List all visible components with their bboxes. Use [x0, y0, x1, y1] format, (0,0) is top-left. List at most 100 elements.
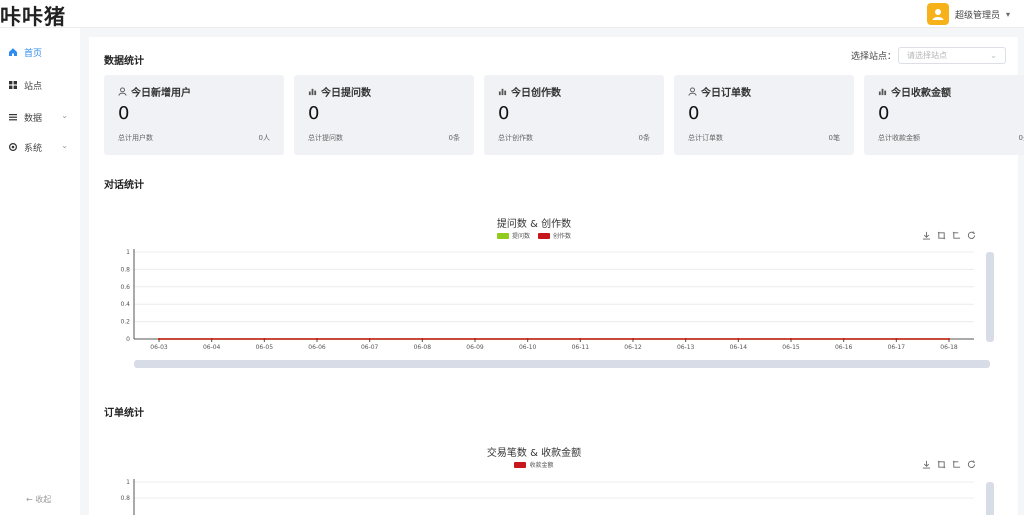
chart-title: 提问数 & 创作数 — [496, 219, 572, 230]
order-chart-plot: 10.8 — [120, 479, 994, 515]
chevron-down-icon: ⌄ — [990, 51, 997, 60]
x-tick-label: 06-07 — [361, 344, 379, 351]
stat-card-foot-value: 0人 — [258, 134, 270, 142]
data-point — [632, 338, 634, 340]
bar-chart-icon — [308, 88, 317, 96]
top-header: 咔咔猪 超级管理员 ▾ — [0, 0, 1024, 31]
stat-card-value: 0 — [688, 103, 700, 124]
stat-card-creations: 今日创作数 0 总计创作数 0条 — [484, 75, 664, 155]
x-tick-label: 06-18 — [940, 344, 958, 351]
data-point — [474, 338, 476, 340]
bar-chart-icon — [878, 88, 887, 96]
home-icon — [9, 48, 17, 56]
x-tick-label: 06-04 — [203, 344, 221, 351]
y-tick-label: 0.2 — [120, 319, 130, 326]
stat-card-title: 今日提问数 — [321, 88, 371, 99]
data-point — [368, 338, 371, 340]
user-icon — [118, 87, 127, 96]
sidebar-item-data[interactable]: 数据 ⌄ — [0, 107, 80, 127]
stat-card-title-row: 今日订单数 — [688, 84, 751, 99]
conversation-chart-plot: 0 0.2 0.4 0.6 0.8 1 06-03 06-04 06-05 06-06 06-07 0… — [120, 249, 994, 368]
chevron-down-icon: ⌄ — [61, 141, 68, 150]
stat-card-title-row: 今日创作数 — [498, 84, 561, 99]
data-point — [263, 338, 266, 340]
data-point — [210, 338, 213, 340]
x-tick-label: 06-12 — [624, 344, 642, 351]
sidebar-item-label: 站点 — [24, 81, 43, 92]
y-tick-label: 1 — [126, 479, 130, 486]
y-tick-label: 0.8 — [120, 266, 130, 273]
chevron-down-icon[interactable]: ▾ — [1006, 10, 1010, 19]
x-tick-label: 06-15 — [782, 344, 800, 351]
x-tick-label: 06-17 — [888, 344, 906, 351]
sidebar-item-label: 数据 — [24, 113, 43, 124]
sidebar: 首页 站点 数据 ⌄ 系统 ⌄ ← 收起 — [0, 28, 80, 515]
y-tick-label: 0.8 — [120, 495, 130, 502]
stat-card-revenue: 今日收款金额 0 总计收款金额 0元 — [864, 75, 1024, 155]
y-tick-label: 1 — [126, 249, 130, 256]
stat-card-new-users: 今日新增用户 0 总计用户数 0人 — [104, 75, 284, 155]
conversation-section-title: 对话统计 — [104, 180, 144, 191]
data-point — [684, 338, 687, 340]
stat-card-foot-value: 0笔 — [828, 134, 840, 142]
stat-card-value: 0 — [498, 103, 510, 124]
gear-icon — [8, 142, 18, 152]
bar-chart-icon — [498, 88, 507, 96]
conversation-chart: 提问数 & 创作数 提问数 创作数 0 0.2 0.4 0.6 0.8 1 06-03 06-… — [104, 213, 1004, 383]
stat-card-title-row: 今日新增用户 — [118, 84, 191, 99]
stat-card-value: 0 — [118, 103, 130, 124]
y-tick-label: 0.6 — [120, 284, 130, 291]
avatar[interactable] — [926, 3, 949, 25]
stat-card-title: 今日创作数 — [511, 88, 561, 99]
stat-card-foot-label: 总计订单数 — [688, 134, 723, 142]
stat-card-foot-value: 0条 — [638, 134, 650, 142]
site-select[interactable]: 请选择站点 ⌄ — [898, 47, 1006, 64]
data-point — [842, 338, 845, 340]
user-name[interactable]: 超级管理员 — [955, 8, 1000, 21]
stat-card-foot-label: 总计用户数 — [118, 134, 153, 142]
x-tick-label: 06-09 — [466, 344, 484, 351]
x-tick-label: 06-11 — [572, 344, 590, 351]
user-menu[interactable]: 超级管理员 ▾ — [926, 3, 1010, 25]
sidebar-item-home[interactable]: 首页 — [0, 42, 80, 62]
stat-card-foot-label: 总计提问数 — [308, 134, 343, 142]
x-tick-label: 06-06 — [308, 344, 326, 351]
stat-card-title: 今日收款金额 — [891, 88, 951, 99]
chart-title: 交易笔数 & 收款金额 — [486, 448, 582, 459]
x-datazoom-slider — [134, 360, 990, 368]
sidebar-item-label: 首页 — [24, 48, 43, 59]
data-point — [158, 338, 160, 340]
stat-card-foot-value: 0条 — [448, 134, 460, 142]
user-avatar-icon — [932, 9, 944, 20]
x-tick-label: 06-03 — [150, 344, 168, 351]
x-tick-label: 06-05 — [256, 344, 274, 351]
order-section-title: 订单统计 — [104, 408, 144, 419]
data-point — [948, 338, 950, 340]
y-datazoom-slider — [986, 252, 994, 342]
order-chart: 交易笔数 & 收款金额 收款金额 1 0.8 — [104, 442, 1004, 515]
sidebar-item-system[interactable]: 系统 ⌄ — [0, 137, 80, 157]
site-select-label: 选择站点： — [850, 52, 896, 62]
y-tick-label: 0 — [126, 336, 130, 343]
stat-card-value: 0 — [308, 103, 320, 124]
logo[interactable]: 咔咔猪 — [0, 1, 66, 31]
stat-cards: 今日新增用户 0 总计用户数 0人 今日提问数 0 总计提问数 0条 今日创作数… — [104, 75, 1024, 155]
user-icon — [688, 87, 697, 96]
collapse-sidebar-button[interactable]: ← 收起 — [26, 494, 51, 505]
data-point — [526, 338, 529, 340]
y-tick-label: 0.4 — [120, 301, 130, 308]
y-datazoom-slider — [986, 482, 994, 515]
data-point — [579, 338, 582, 340]
x-tick-label: 06-10 — [519, 344, 537, 351]
sidebar-item-label: 系统 — [24, 143, 43, 154]
main-panel: 数据统计 选择站点： 请选择站点 ⌄ 今日新增用户 0 总计用户数 0人 今日提… — [89, 37, 1024, 515]
sidebar-item-sites[interactable]: 站点 — [0, 75, 80, 95]
stat-card-questions: 今日提问数 0 总计提问数 0条 — [294, 75, 474, 155]
stat-card-title: 今日订单数 — [701, 88, 751, 99]
data-point — [421, 338, 424, 340]
stat-card-orders: 今日订单数 0 总计订单数 0笔 — [674, 75, 854, 155]
data-point — [316, 338, 318, 340]
stat-card-title: 今日新增用户 — [131, 88, 191, 99]
stat-card-title-row: 今日提问数 — [308, 84, 371, 99]
site-selector: 选择站点： 请选择站点 ⌄ — [851, 47, 1006, 64]
